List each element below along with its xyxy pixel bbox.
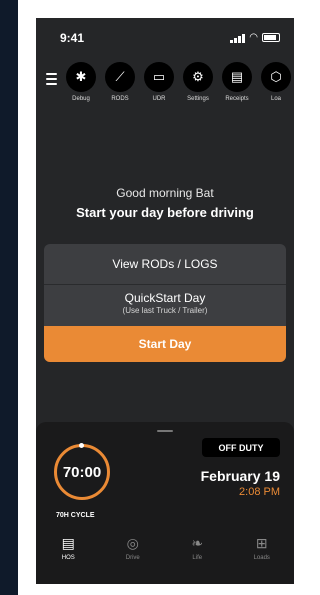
tab-life[interactable]: ❧ Life (172, 534, 222, 574)
cycle-ring: 70:00 (54, 443, 110, 500)
chart-icon: ⟋ (105, 62, 135, 92)
cycle-label: 70H CYCLE (56, 512, 95, 519)
receipt-icon: ▤ (222, 62, 252, 92)
tab-label: HOS (61, 555, 75, 561)
quickstart-button[interactable]: QuickStart Day (Use last Truck / Trailer… (44, 284, 286, 322)
drive-icon: ◎ (126, 535, 139, 551)
current-date: February 19 (200, 468, 280, 484)
quick-action-label: Debug (72, 96, 90, 102)
quick-action-label: RODS (111, 96, 129, 102)
status-time: 9:41 (60, 31, 85, 45)
quickstart-title: QuickStart Day (124, 291, 206, 305)
headline: Start your day before driving (76, 205, 254, 220)
quick-action-debug[interactable]: ✱ Debug (66, 62, 96, 102)
tab-drive[interactable]: ◎ Drive (108, 534, 158, 574)
signal-icon (230, 33, 246, 43)
start-day-button[interactable]: Start Day (44, 326, 286, 362)
quick-action-label: Loa (270, 96, 281, 102)
folder-icon: ▭ (144, 62, 174, 92)
quick-action-label: Settings (187, 96, 209, 102)
quick-actions: ✱ Debug ⟋ RODS ▭ UDR ⚙ Settings ▤ Receip… (66, 62, 291, 102)
ring-marker (79, 443, 84, 448)
settings-icon: ⚙ (183, 62, 213, 92)
duty-status-badge[interactable]: OFF DUTY (202, 438, 280, 457)
menu-icon[interactable] (46, 73, 57, 88)
box-icon: ⬡ (261, 62, 291, 92)
action-card: View RODs / LOGS QuickStart Day (Use las… (44, 244, 286, 362)
phone-screen: 9:41 ◠ ✱ Debug ⟋ RODS ▭ UDR ⚙ Settings ▤ (36, 18, 294, 584)
quickstart-subtitle: (Use last Truck / Trailer) (122, 306, 208, 315)
quick-action-label: UDR (152, 96, 166, 102)
quick-action-loads[interactable]: ⬡ Loa (261, 62, 291, 102)
quick-action-label: Receipts (225, 96, 249, 102)
cycle-value: 70:00 (62, 463, 102, 481)
quick-action-settings[interactable]: ⚙ Settings (183, 62, 213, 102)
bug-icon: ✱ (66, 62, 96, 92)
left-backdrop (0, 0, 18, 595)
view-rods-button[interactable]: View RODs / LOGS (44, 244, 286, 285)
current-time: 2:08 PM (239, 486, 280, 498)
tab-loads[interactable]: ⊞ Loads (237, 534, 287, 574)
bottom-tab-bar: ▤ HOS ◎ Drive ❧ Life ⊞ Loads (36, 534, 294, 574)
tab-hos[interactable]: ▤ HOS (43, 534, 93, 574)
loads-icon: ⊞ (255, 535, 268, 551)
hos-icon: ▤ (61, 535, 75, 551)
quick-action-receipts[interactable]: ▤ Receipts (222, 62, 252, 102)
drag-handle[interactable] (157, 430, 173, 432)
greeting: Good morning Bat (116, 186, 214, 200)
tab-label: Drive (125, 555, 140, 561)
status-bar: 9:41 ◠ (36, 18, 294, 54)
tab-label: Loads (253, 555, 270, 561)
wifi-icon: ◠ (249, 32, 258, 43)
tab-label: Life (192, 555, 203, 561)
life-icon: ❧ (191, 535, 204, 551)
quick-action-rods[interactable]: ⟋ RODS (105, 62, 135, 102)
battery-icon (262, 33, 280, 42)
hos-summary-panel: 70:00 70H CYCLE OFF DUTY February 19 2:0… (36, 422, 294, 584)
quick-action-udr[interactable]: ▭ UDR (144, 62, 174, 102)
status-icons: ◠ (230, 32, 280, 43)
